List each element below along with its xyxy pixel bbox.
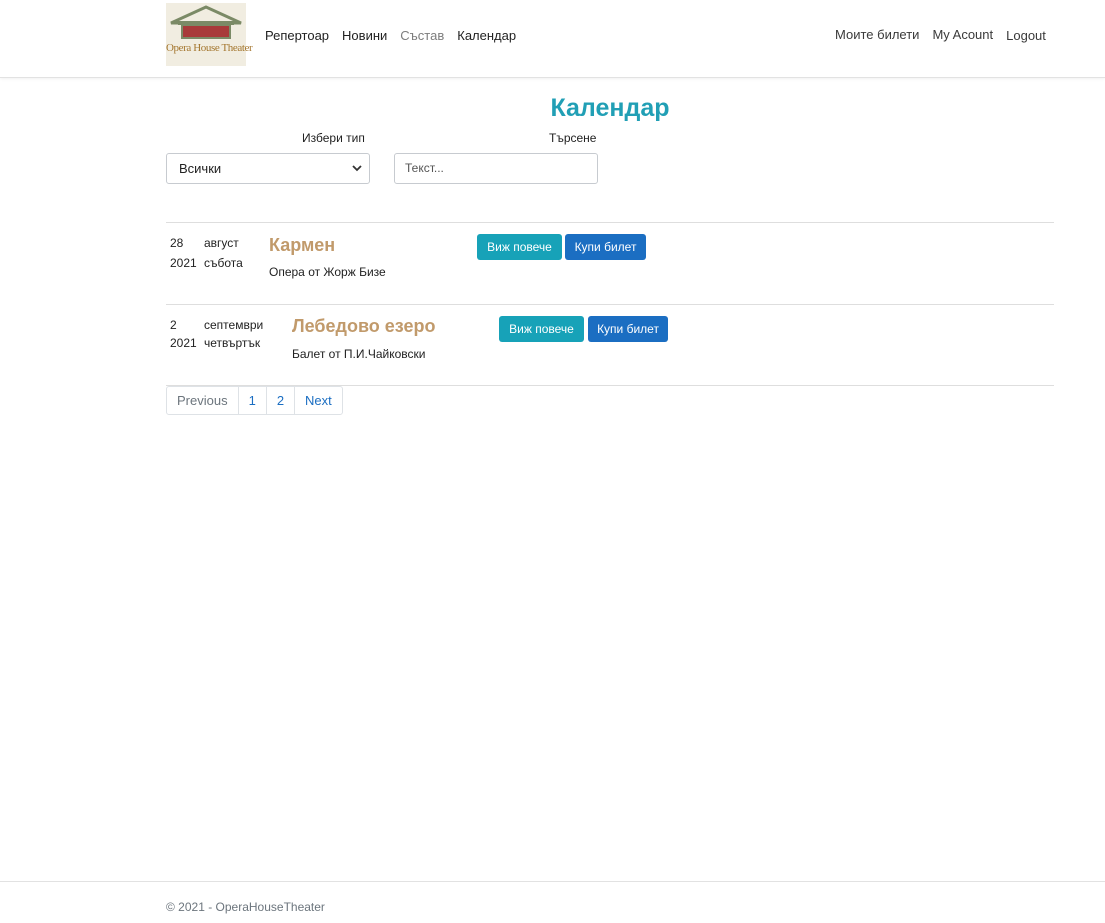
nav-calendar[interactable]: Календар — [457, 28, 516, 43]
page-title: Календар — [550, 94, 670, 122]
type-filter-label: Избери тип — [302, 131, 365, 145]
view-more-button[interactable]: Виж повече — [477, 234, 562, 260]
search-input[interactable]: Текст... — [394, 153, 598, 184]
navbar: Opera House Theater Репертоар Новини Със… — [0, 0, 1105, 78]
search-label: Търсене — [549, 131, 597, 145]
view-more-button[interactable]: Виж повече — [499, 316, 584, 342]
event-title[interactable]: Кармен — [269, 235, 335, 256]
brand-logo[interactable]: Opera House Theater — [166, 3, 253, 66]
event-day: 28 — [170, 236, 184, 250]
event-month: август — [204, 236, 239, 250]
nav-my-tickets[interactable]: Моите билети — [835, 27, 919, 43]
event-month: септември — [204, 318, 264, 332]
event-subtitle: Балет от П.И.Чайковски — [292, 347, 426, 361]
page-next[interactable]: Next — [294, 387, 342, 414]
nav-repertoire[interactable]: Репертоар — [265, 28, 329, 43]
chevron-down-icon — [352, 165, 362, 172]
page-2[interactable]: 2 — [265, 387, 294, 414]
buy-ticket-button[interactable]: Купи билет — [565, 234, 646, 260]
page-1[interactable]: 1 — [237, 387, 266, 414]
page-previous[interactable]: Previous — [167, 387, 238, 414]
event-title[interactable]: Лебедово езеро — [292, 316, 436, 337]
buy-ticket-button[interactable]: Купи билет — [588, 316, 668, 342]
pagination: Previous 1 2 Next — [166, 386, 343, 415]
event-year: 2021 — [170, 336, 197, 350]
event-row: 2 2021 септември четвъртък Лебедово езер… — [166, 304, 1054, 386]
search-placeholder: Текст... — [405, 161, 444, 175]
event-weekday: четвъртък — [204, 336, 261, 350]
event-row: 28 2021 август събота Кармен Опера от Жо… — [166, 222, 1054, 304]
main-nav: Репертоар Новини Състав Календар — [265, 28, 529, 43]
type-select-value: Всички — [179, 161, 222, 176]
nav-news[interactable]: Новини — [342, 28, 387, 43]
theater-roof-logo — [170, 5, 242, 39]
nav-cast[interactable]: Състав — [400, 28, 444, 43]
event-weekday: събота — [204, 256, 243, 270]
event-day: 2 — [170, 318, 177, 332]
event-year: 2021 — [170, 256, 197, 270]
account-nav: Моите билети My Acount Logout — [835, 27, 1059, 43]
footer: © 2021 - OperaHouseTheater — [0, 881, 1105, 923]
nav-my-account[interactable]: My Acount — [932, 27, 993, 43]
type-select[interactable]: Всички — [166, 153, 370, 184]
copyright-text: © 2021 - OperaHouseTheater — [166, 900, 325, 914]
logo-text: Opera House Theater — [166, 42, 253, 54]
event-subtitle: Опера от Жорж Бизе — [269, 265, 386, 279]
nav-logout[interactable]: Logout — [1006, 28, 1046, 43]
